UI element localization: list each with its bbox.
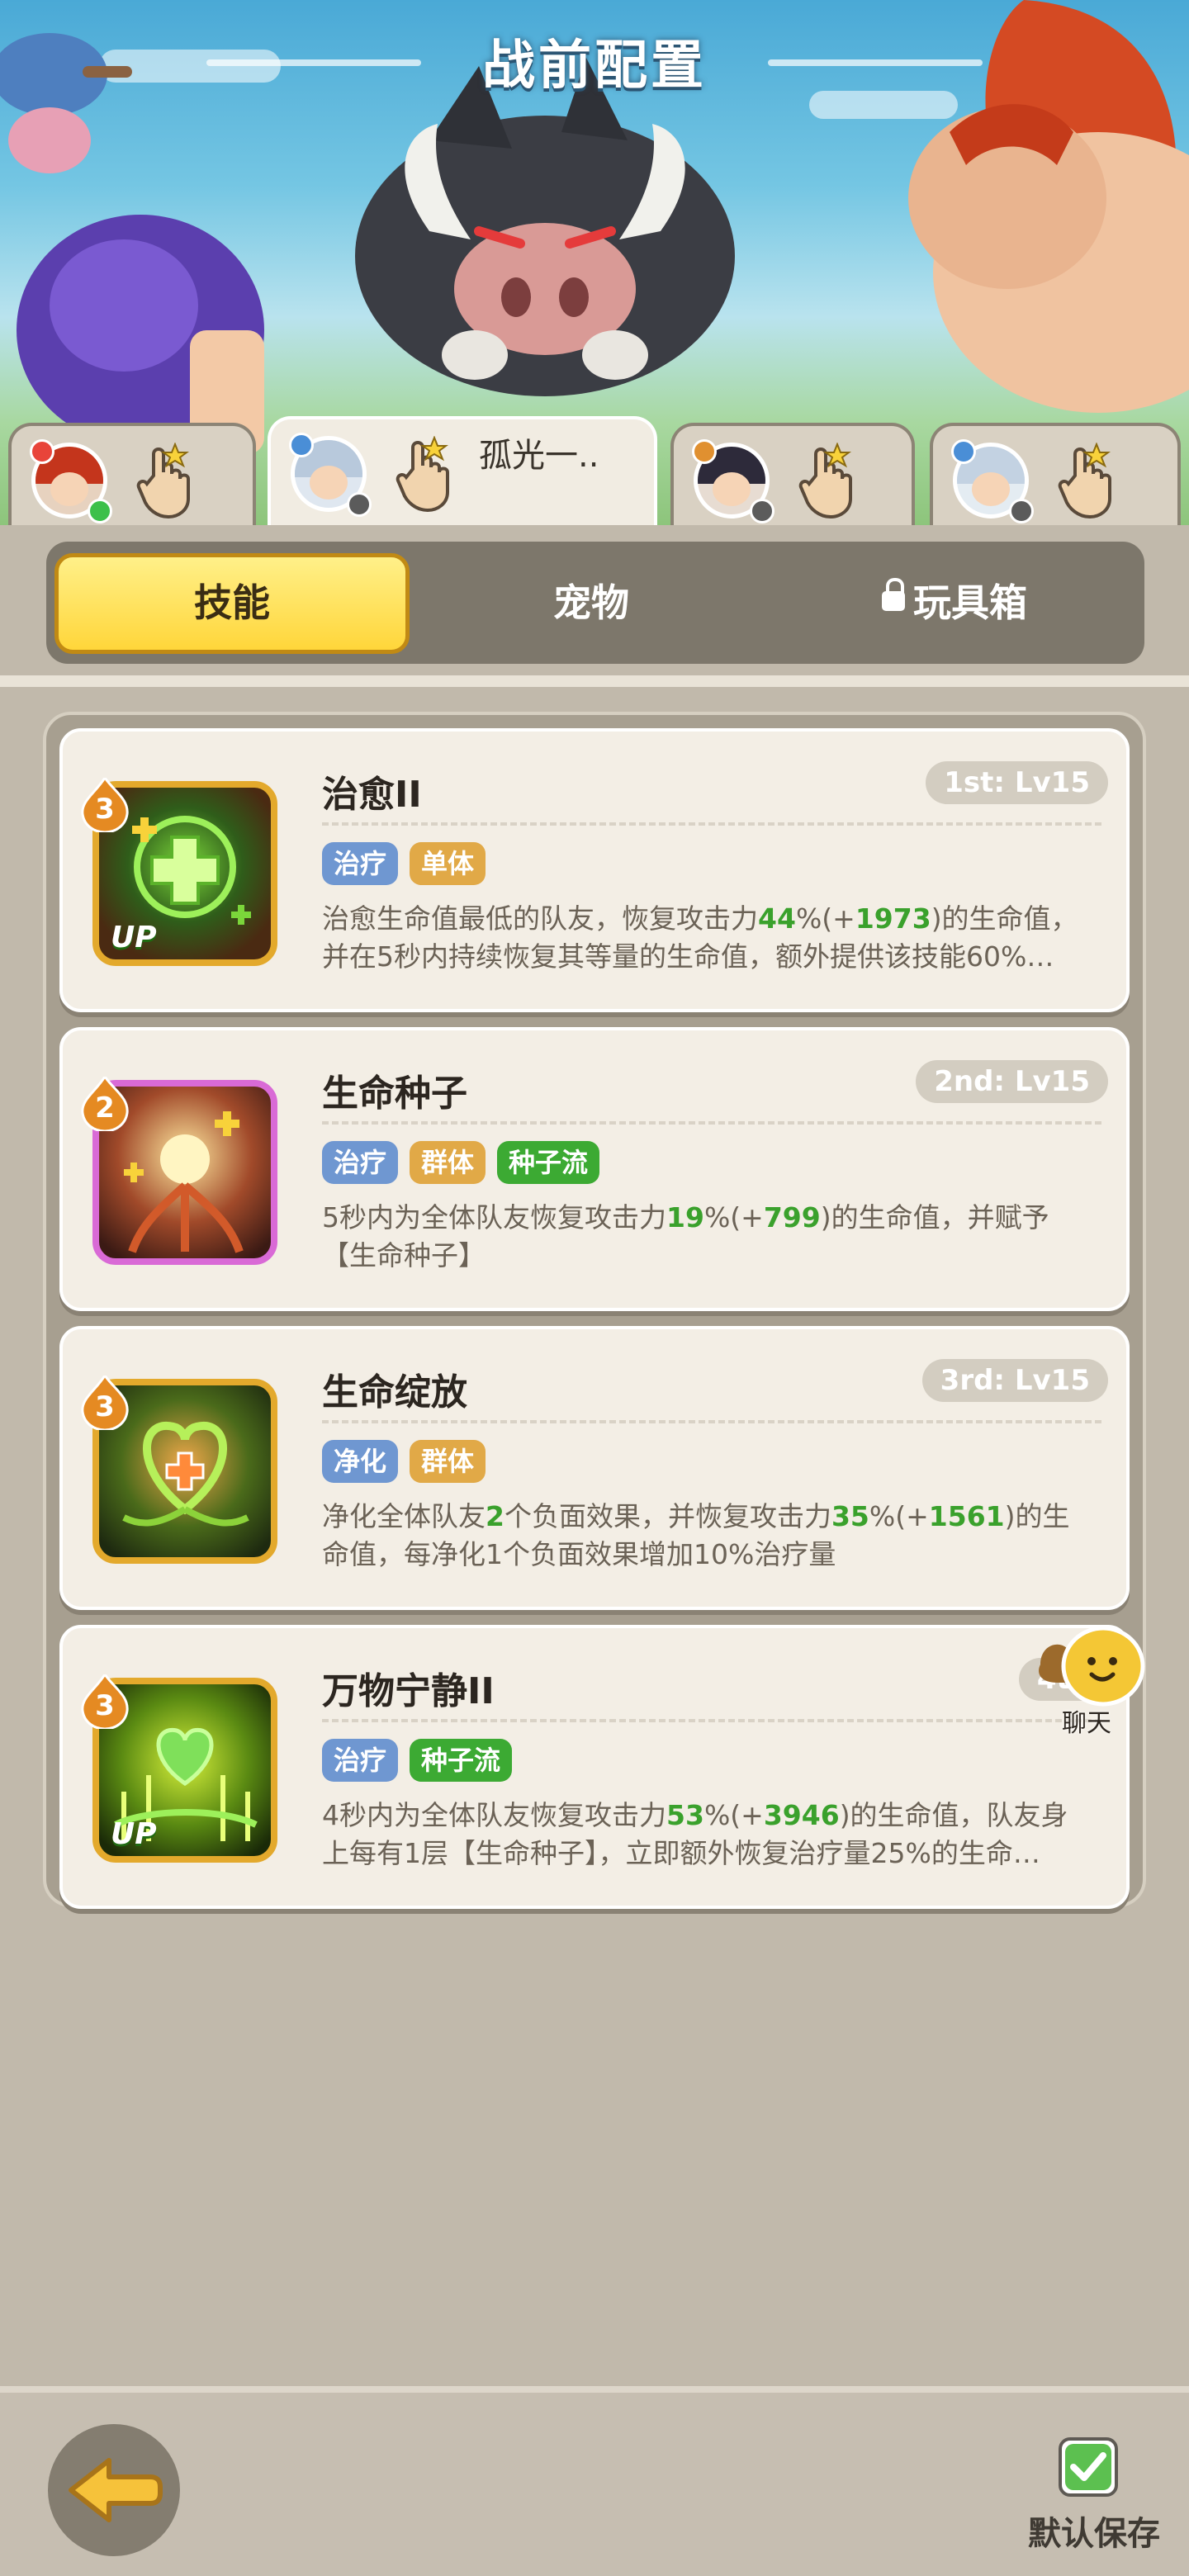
skill-tag: 治疗 [322,1739,399,1782]
skill-name: 万物宁静II [322,1670,495,1712]
status-badge-icon [347,492,372,517]
default-save-label[interactable]: 默认保存 [1024,2507,1164,2555]
skill-tag: 种子流 [410,1739,513,1782]
skill-description: 4秒内为全体队友恢复攻击力53%(+3946)的生命值，队友身上每有1层【生命种… [322,1799,1068,1869]
skill-description: 净化全体队友2个负面效果，并恢复攻击力35%(+1561)的生命值，每净化1个负… [322,1500,1070,1570]
skill-description: 5秒内为全体队友恢复攻击力19%(+799)的生命值，并赋予【生命种子】 [322,1201,1049,1271]
skill-tag: 群体 [410,1440,486,1483]
tab-toybox[interactable]: 玩具箱 [789,555,1120,651]
chat-bubble-icon [1039,1626,1145,1707]
skill-name: 生命绽放 [322,1371,467,1413]
category-tabs: 技能 宠物 玩具箱 [46,542,1144,664]
lock-icon [882,577,905,611]
tab-skills[interactable]: 技能 [54,553,410,654]
back-arrow-icon [69,2458,163,2522]
status-badge-icon [1009,499,1034,523]
skill-rank: 3 [95,793,115,826]
hero-tab-3[interactable] [670,423,915,528]
skill-tag: 治疗 [322,1141,399,1184]
chat-label: 聊天 [1062,1709,1111,1738]
skill-level-badge: 3rd: Lv15 [921,1359,1108,1402]
skill-rank: 3 [95,1689,115,1722]
dashed-divider [322,822,1101,826]
skill-description: 治愈生命值最低的队友，恢复攻击力44%(+1973)的生命值，并在5秒内持续恢复… [322,902,1078,973]
class-badge-icon [289,433,314,457]
skill-name: 生命种子 [322,1073,467,1115]
skill-level-badge: 1st: Lv15 [926,761,1108,804]
default-save-checkbox[interactable] [1059,2437,1118,2497]
upgrade-label: UP [111,921,157,954]
status-badge-icon [88,499,112,523]
divider [0,675,1189,687]
page-title: 战前配置 [482,36,707,97]
skill-level-badge: 2nd: Lv15 [916,1060,1108,1103]
upgrade-label: UP [111,1817,157,1851]
tap-hand-icon [798,443,852,519]
skill-tag: 种子流 [497,1141,600,1184]
tab-pets[interactable]: 宠物 [443,555,740,651]
tab-toybox-label: 玩具箱 [913,580,1027,625]
dashed-divider [322,1121,1101,1125]
skill-rank: 3 [95,1390,115,1423]
skill-card[interactable]: UP 3 治愈II 1st: Lv15 治疗 单体 治愈生命值最低的队友，恢复攻… [59,728,1130,1012]
hero-tab-2[interactable]: 孤光一.. [268,416,657,532]
tap-hand-icon [136,443,190,519]
ally-hero-image [17,215,264,454]
skill-name: 治愈II [322,774,422,816]
boar-boss-image [355,58,735,396]
skill-tag: 净化 [322,1440,399,1483]
skill-tag: 单体 [410,842,486,885]
back-button[interactable] [48,2424,180,2556]
hero-tab-1[interactable] [8,423,256,528]
class-badge-icon [30,439,54,464]
class-badge-icon [951,439,976,464]
skill-list: UP 3 治愈II 1st: Lv15 治疗 单体 治愈生命值最低的队友，恢复攻… [43,712,1146,1909]
chat-button[interactable]: 聊天 [1024,1623,1148,1739]
dashed-divider [322,1420,1101,1423]
dashed-divider [322,1719,1101,1722]
tap-hand-icon [1058,443,1111,519]
check-icon [1065,2444,1111,2490]
class-badge-icon [692,439,717,464]
skill-tag: 治疗 [322,842,399,885]
hero-tab-4[interactable] [930,423,1181,528]
skill-card[interactable]: UP 3 万物宁静II 4th 治疗 种子流 4秒内为全体队友恢复攻击力53%(… [59,1625,1130,1909]
skill-tag: 群体 [410,1141,486,1184]
skill-card[interactable]: 3 生命绽放 3rd: Lv15 净化 群体 净化全体队友2个负面效果，并恢复攻… [59,1326,1130,1610]
tap-hand-icon [396,436,449,512]
skill-rank: 2 [95,1091,115,1125]
hero-tab-name: 孤光一.. [479,437,599,475]
divider [0,2386,1189,2393]
status-badge-icon [750,499,775,523]
skill-card[interactable]: 2 生命种子 2nd: Lv15 治疗 群体 种子流 5秒内为全体队友恢复攻击力… [59,1027,1130,1311]
